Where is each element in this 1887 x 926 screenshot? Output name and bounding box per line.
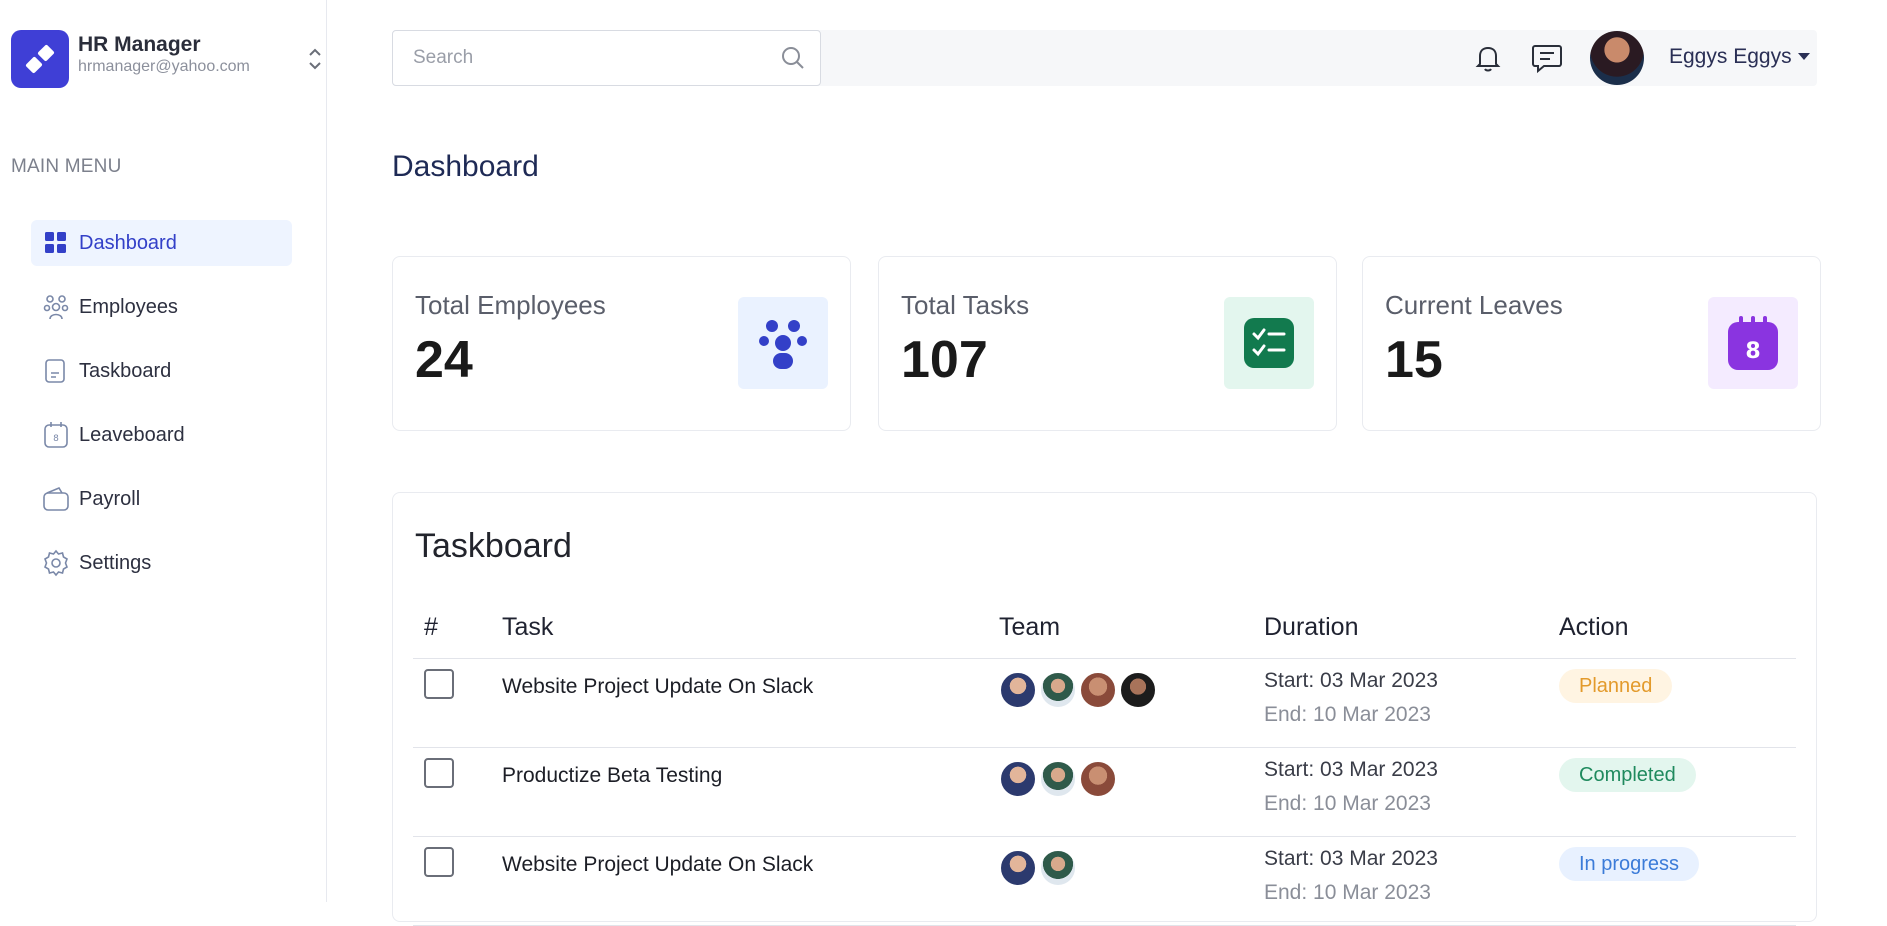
avatar[interactable] [1039,849,1077,887]
end-date: End: 10 Mar 2023 [1264,881,1431,904]
row-checkbox[interactable] [424,758,454,788]
end-date: End: 10 Mar 2023 [1264,792,1431,815]
task-name: Website Project Update On Slack [502,853,814,876]
avatar[interactable] [999,671,1037,709]
team-avatars [999,760,1119,798]
stat-label: Current Leaves [1385,290,1563,320]
wallet-icon [41,484,71,514]
start-date: Start: 03 Mar 2023 [1264,758,1438,781]
page-title: Dashboard [392,150,539,183]
sidebar-item-payroll[interactable]: Payroll [31,476,292,522]
column-header-action: Action [1559,613,1629,641]
avatar[interactable] [1079,671,1117,709]
end-date: End: 10 Mar 2023 [1264,703,1431,726]
table-header: # Task Team Duration Action [413,605,1796,659]
table-row: Website Project Update On Slack Start: 0… [413,837,1796,926]
search-box [392,30,821,86]
task-name: Website Project Update On Slack [502,675,814,698]
search-input[interactable] [393,31,763,85]
column-header-number: # [424,613,438,641]
team-avatars [999,671,1159,709]
chevron-up-down-icon[interactable] [307,44,323,74]
gear-icon [41,548,71,578]
calendar-day-label: 8 [1745,339,1760,364]
table-row: Website Project Update On Slack Start: 0… [413,659,1796,748]
sidebar-item-dashboard[interactable]: Dashboard [31,220,292,266]
start-date: Start: 03 Mar 2023 [1264,847,1438,870]
stat-card-tasks: Total Tasks 107 [878,256,1337,431]
people-icon [41,292,71,322]
avatar[interactable] [1039,671,1077,709]
people-icon [738,297,828,389]
task-table: # Task Team Duration Action Website Proj… [413,605,1796,926]
calendar-icon: 8 [41,420,71,450]
user-avatar[interactable] [1590,31,1644,85]
chat-icon[interactable] [1530,42,1564,74]
taskboard-title: Taskboard [415,527,572,565]
stat-label: Total Tasks [901,290,1030,320]
sidebar: HR Manager hrmanager@yahoo.com MAIN MENU… [0,0,327,902]
column-header-duration: Duration [1264,613,1359,641]
user-name[interactable]: Eggys Eggys [1669,45,1792,69]
avatar[interactable] [1039,760,1077,798]
calendar-icon: 8 [1708,297,1798,389]
sidebar-item-taskboard[interactable]: Taskboard [31,348,292,394]
topbar: Eggys Eggys [392,30,1817,86]
stat-card-employees: Total Employees 24 [392,256,851,431]
sidebar-item-leaveboard[interactable]: 8 Leaveboard [31,412,292,458]
avatar[interactable] [1119,671,1157,709]
sidebar-item-settings[interactable]: Settings [31,540,292,586]
sidebar-item-label: Dashboard [79,231,177,254]
taskboard-panel: Taskboard # Task Team Duration Action We… [392,492,1817,926]
caret-down-icon[interactable] [1798,53,1810,60]
column-header-task: Task [502,613,554,641]
row-checkbox[interactable] [424,847,454,877]
avatar[interactable] [999,849,1037,887]
status-badge[interactable]: Planned [1559,669,1673,703]
row-checkbox[interactable] [424,669,454,699]
stat-value: 107 [901,331,988,389]
main-nav: Dashboard Employees Taskboard 8 Leaveboa… [31,220,292,604]
brand[interactable]: HR Manager hrmanager@yahoo.com [11,30,321,90]
sidebar-item-label: Leaveboard [79,423,185,446]
sidebar-item-label: Settings [79,551,152,574]
stat-label: Total Employees [415,290,606,320]
stat-card-leaves: Current Leaves 15 8 [1362,256,1821,431]
team-avatars [999,849,1079,887]
stat-value: 24 [415,331,473,389]
column-header-team: Team [999,613,1061,641]
grid-icon [41,228,71,258]
start-date: Start: 03 Mar 2023 [1264,669,1438,692]
search-icon[interactable] [780,45,806,71]
svg-text:8: 8 [53,434,59,444]
brand-email: hrmanager@yahoo.com [78,58,250,75]
avatar[interactable] [1079,760,1117,798]
checklist-icon [1224,297,1314,389]
status-badge[interactable]: In progress [1559,847,1700,881]
status-badge[interactable]: Completed [1559,758,1696,792]
menu-caption: MAIN MENU [11,156,122,177]
sidebar-item-label: Taskboard [79,359,172,382]
table-row: Productize Beta Testing Start: 03 Mar 20… [413,748,1796,837]
brand-name: HR Manager [78,33,201,56]
sidebar-item-label: Payroll [79,487,141,510]
bell-icon[interactable] [1472,42,1504,74]
sidebar-item-label: Employees [79,295,178,318]
avatar[interactable] [999,760,1037,798]
document-icon [41,356,71,386]
task-name: Productize Beta Testing [502,764,723,787]
stat-value: 15 [1385,331,1443,389]
brand-logo-icon [11,30,69,88]
sidebar-item-employees[interactable]: Employees [31,284,292,330]
